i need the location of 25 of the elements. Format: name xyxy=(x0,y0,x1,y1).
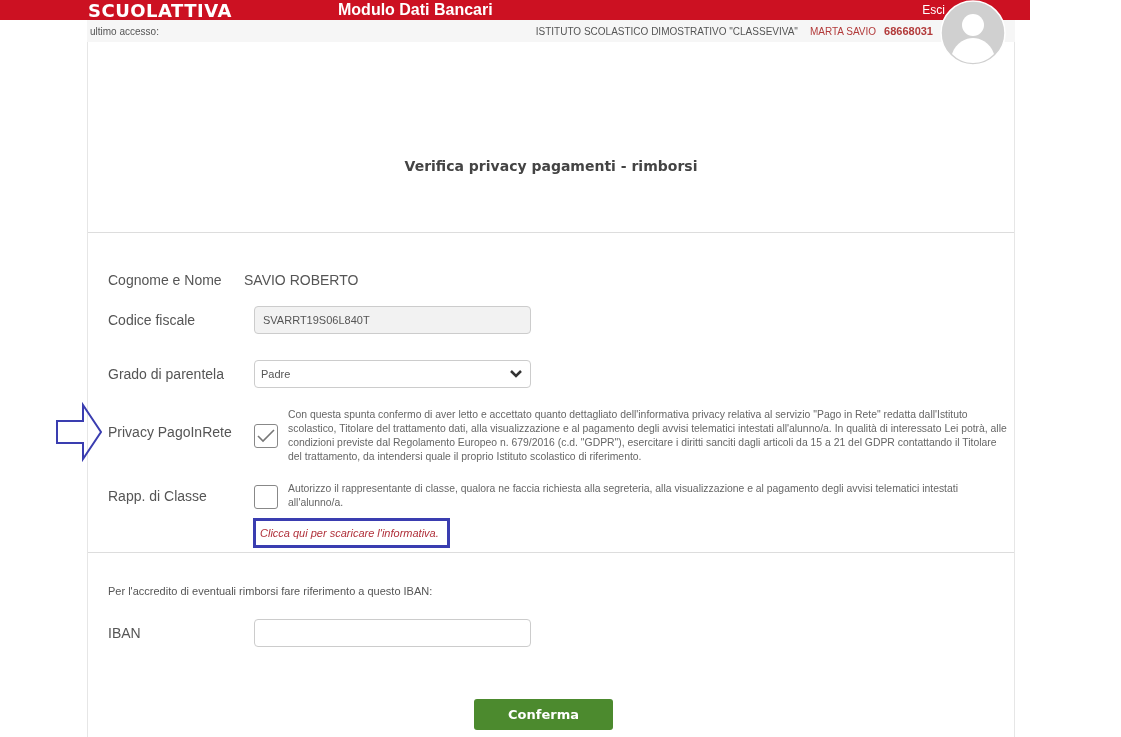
iban-field[interactable] xyxy=(254,619,531,647)
school-name: ISTITUTO SCOLASTICO DIMOSTRATIVO "CLASSEVIVA" xyxy=(535,25,798,37)
relationship-select[interactable]: Padre xyxy=(254,360,531,388)
confirm-button[interactable]: Conferma xyxy=(474,699,613,730)
consent-text: Autorizzo il rappresentante di classe, qualora ne faccia richiesta alla segreteria, alla visualizzazione e al pagamento degli avvisi telematici intestati all'alunno/a. xyxy=(288,482,959,510)
consent-text: Con questa spunta confermo di aver letto e accettato quanto dettagliato dell'informativa privacy relativa al servizio "Pago in Rete" redatta dall'Istituto scolastico, Titolare del trattamento dati, alla visualizzazione e al pagamento degli avvisi telematici intestati all'alunno/a. In qualità di interessato Lei potrà, alle condizioni previste dal Regolamento Europeo n. 679/2016 (c.d. "GDPR"), esercitare i diritti sanciti dagli articoli da 15 a 21 del GDPR contattando il Titolare del trattamento, da intendersi quale il proprio Istituto scolastico di riferimento. xyxy=(288,408,1008,464)
field-label: Privacy PagoInRete xyxy=(108,424,233,440)
user-name: MARTA SAVIO xyxy=(809,25,877,37)
download-link[interactable]: Clicca qui per scaricare l'informativa. xyxy=(253,518,450,548)
checkbox[interactable] xyxy=(254,485,278,509)
check-icon xyxy=(257,429,275,443)
logout-link[interactable]: Esci xyxy=(922,3,945,17)
checkbox[interactable] xyxy=(254,424,278,448)
last-access-label: ultimo accesso: xyxy=(90,25,160,37)
field-label: Codice fiscale xyxy=(108,312,197,328)
form-title: Verifica privacy pagamenti - rimborsi xyxy=(88,42,1014,233)
name-value: SAVIO ROBERTO xyxy=(244,272,359,288)
field-label: Grado di parentela xyxy=(108,366,225,382)
user-code: 68668031 xyxy=(884,25,933,37)
field-label: Rapp. di Classe xyxy=(108,488,208,504)
field-label: IBAN xyxy=(108,625,142,641)
iban-note: Per l'accredito di eventuali rimborsi fare riferimento a questo IBAN: xyxy=(108,585,434,597)
page-title: Modulo Dati Bancari xyxy=(338,1,494,19)
logo: SCUOLATTIVA xyxy=(88,0,233,21)
chevron-icon xyxy=(510,370,522,378)
